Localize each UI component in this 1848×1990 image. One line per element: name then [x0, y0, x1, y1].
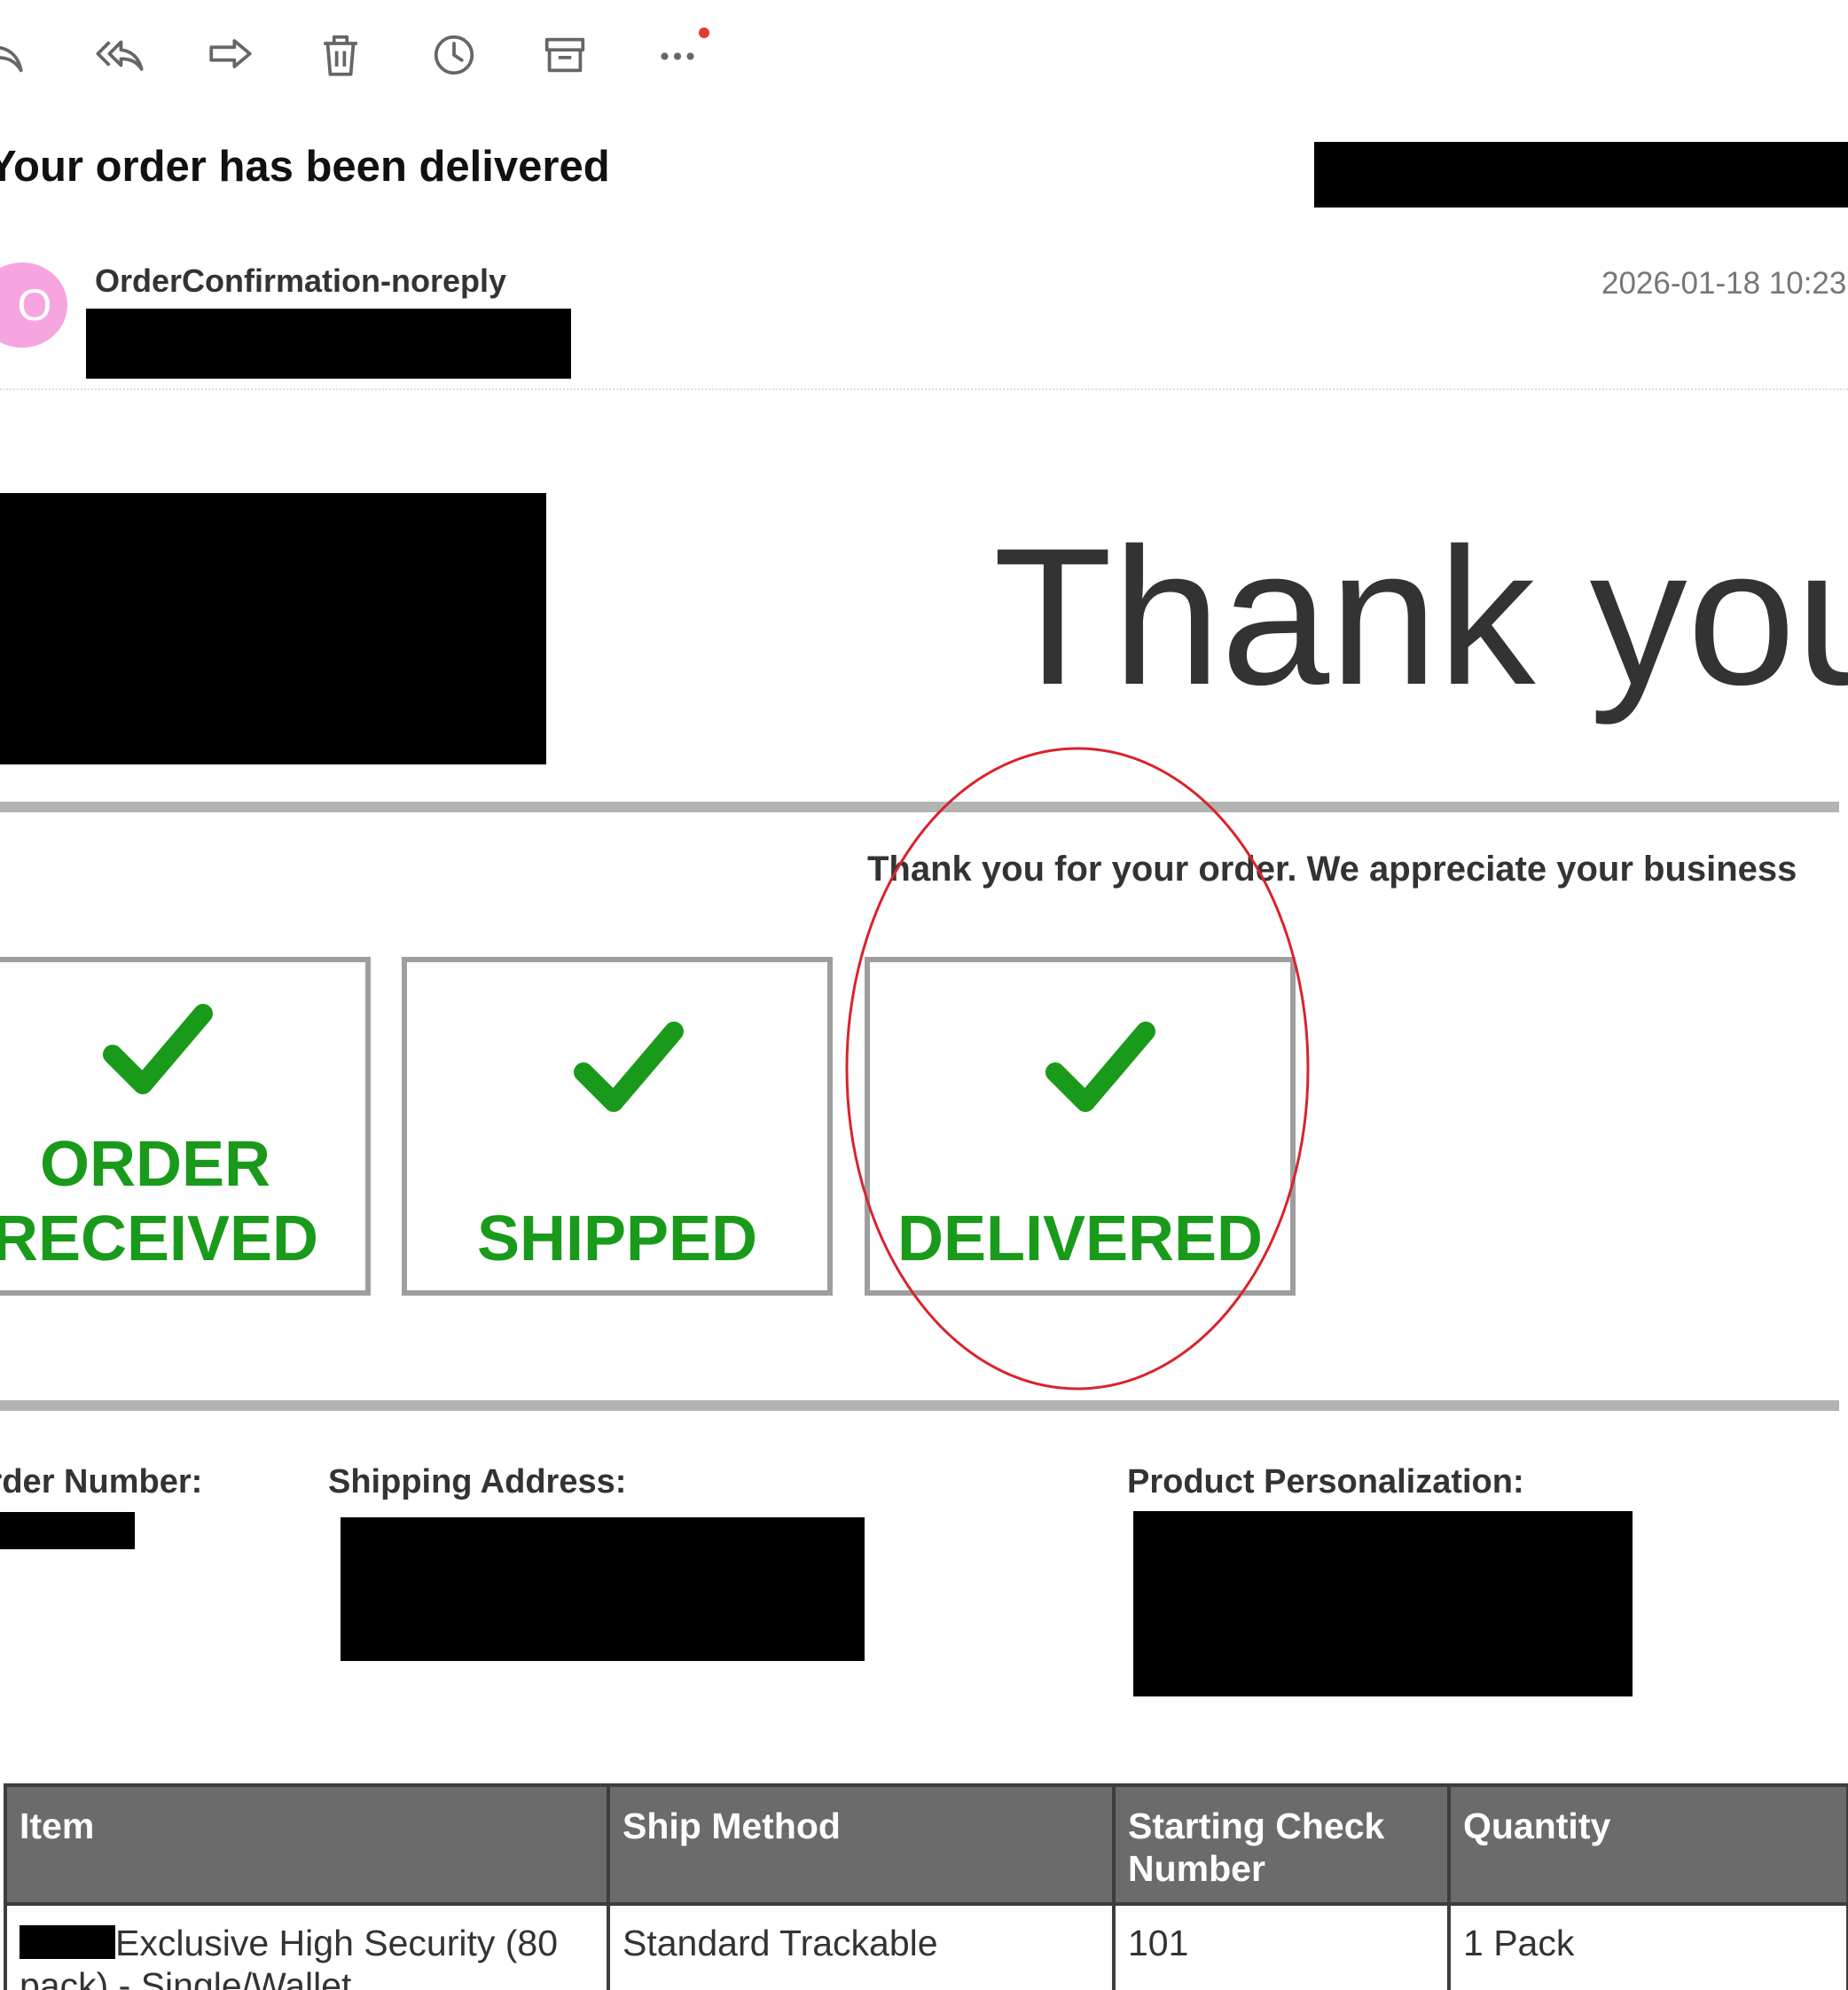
redacted-logo: [0, 493, 546, 764]
personalization-label: Product Personalization:: [1127, 1463, 1524, 1500]
redacted-personalization: [1133, 1511, 1633, 1696]
status-label-line2: RECEIVED: [0, 1203, 319, 1274]
reply-all-icon[interactable]: [91, 27, 148, 83]
forward-icon[interactable]: [202, 27, 259, 83]
header-divider: [0, 388, 1848, 390]
sender-avatar: O: [0, 262, 67, 348]
status-shipped: SHIPPED: [402, 957, 833, 1296]
redacted-sender-address: [86, 309, 571, 379]
col-header-ship-method: Ship Method: [607, 1783, 1116, 1906]
check-icon: [1045, 1022, 1155, 1112]
table-row: Exclusive High Security (80 pack) - Sing…: [4, 1902, 1848, 1990]
more-options-icon[interactable]: [649, 27, 706, 83]
status-order-received: ORDER RECEIVED: [0, 957, 371, 1296]
redacted-block: [1314, 142, 1848, 208]
redacted-item-prefix: [20, 1925, 115, 1959]
banner-divider: [0, 802, 1839, 812]
redacted-shipping-address: [341, 1517, 865, 1661]
col-header-starting-check-number: Starting Check Number: [1112, 1783, 1451, 1906]
cell-ship-method: Standard Trackable: [607, 1902, 1116, 1990]
email-viewer: Your order has been delivered O OrderCon…: [0, 0, 1848, 1990]
shipping-address-label: Shipping Address:: [328, 1463, 627, 1500]
cell-quantity: 1 Pack: [1447, 1902, 1848, 1990]
order-number-label: Order Number:: [0, 1463, 203, 1500]
email-timestamp: 2026-01-18 10:23: [1601, 266, 1847, 301]
status-label: DELIVERED: [897, 1203, 1264, 1274]
archive-icon[interactable]: [536, 27, 593, 83]
avatar-letter: O: [17, 280, 52, 330]
reply-icon[interactable]: [0, 27, 30, 83]
status-divider: [0, 1400, 1839, 1411]
sender-name[interactable]: OrderConfirmation-noreply: [95, 262, 506, 300]
cell-item: Exclusive High Security (80 pack) - Sing…: [4, 1902, 610, 1990]
notification-dot: [699, 27, 709, 38]
thank-you-heading: Thank you: [993, 507, 1848, 725]
status-label: SHIPPED: [476, 1203, 758, 1274]
table-header-row: Item Ship Method Starting Check Number Q…: [4, 1783, 1848, 1906]
check-icon: [574, 1022, 684, 1112]
cell-start-check: 101: [1112, 1902, 1451, 1990]
col-header-quantity: Quantity: [1447, 1783, 1848, 1906]
email-subject: Your order has been delivered: [0, 143, 610, 191]
redacted-order-number: [0, 1512, 135, 1549]
appreciation-message: Thank you for your order. We appreciate …: [867, 850, 1797, 889]
status-delivered: DELIVERED: [865, 957, 1296, 1296]
status-label-line1: ORDER: [39, 1129, 270, 1200]
trash-icon[interactable]: [312, 27, 369, 83]
snooze-clock-icon[interactable]: [426, 27, 482, 83]
order-items-table: Item Ship Method Starting Check Number Q…: [4, 1783, 1848, 1990]
check-icon: [103, 1004, 213, 1094]
col-header-item: Item: [4, 1783, 610, 1906]
